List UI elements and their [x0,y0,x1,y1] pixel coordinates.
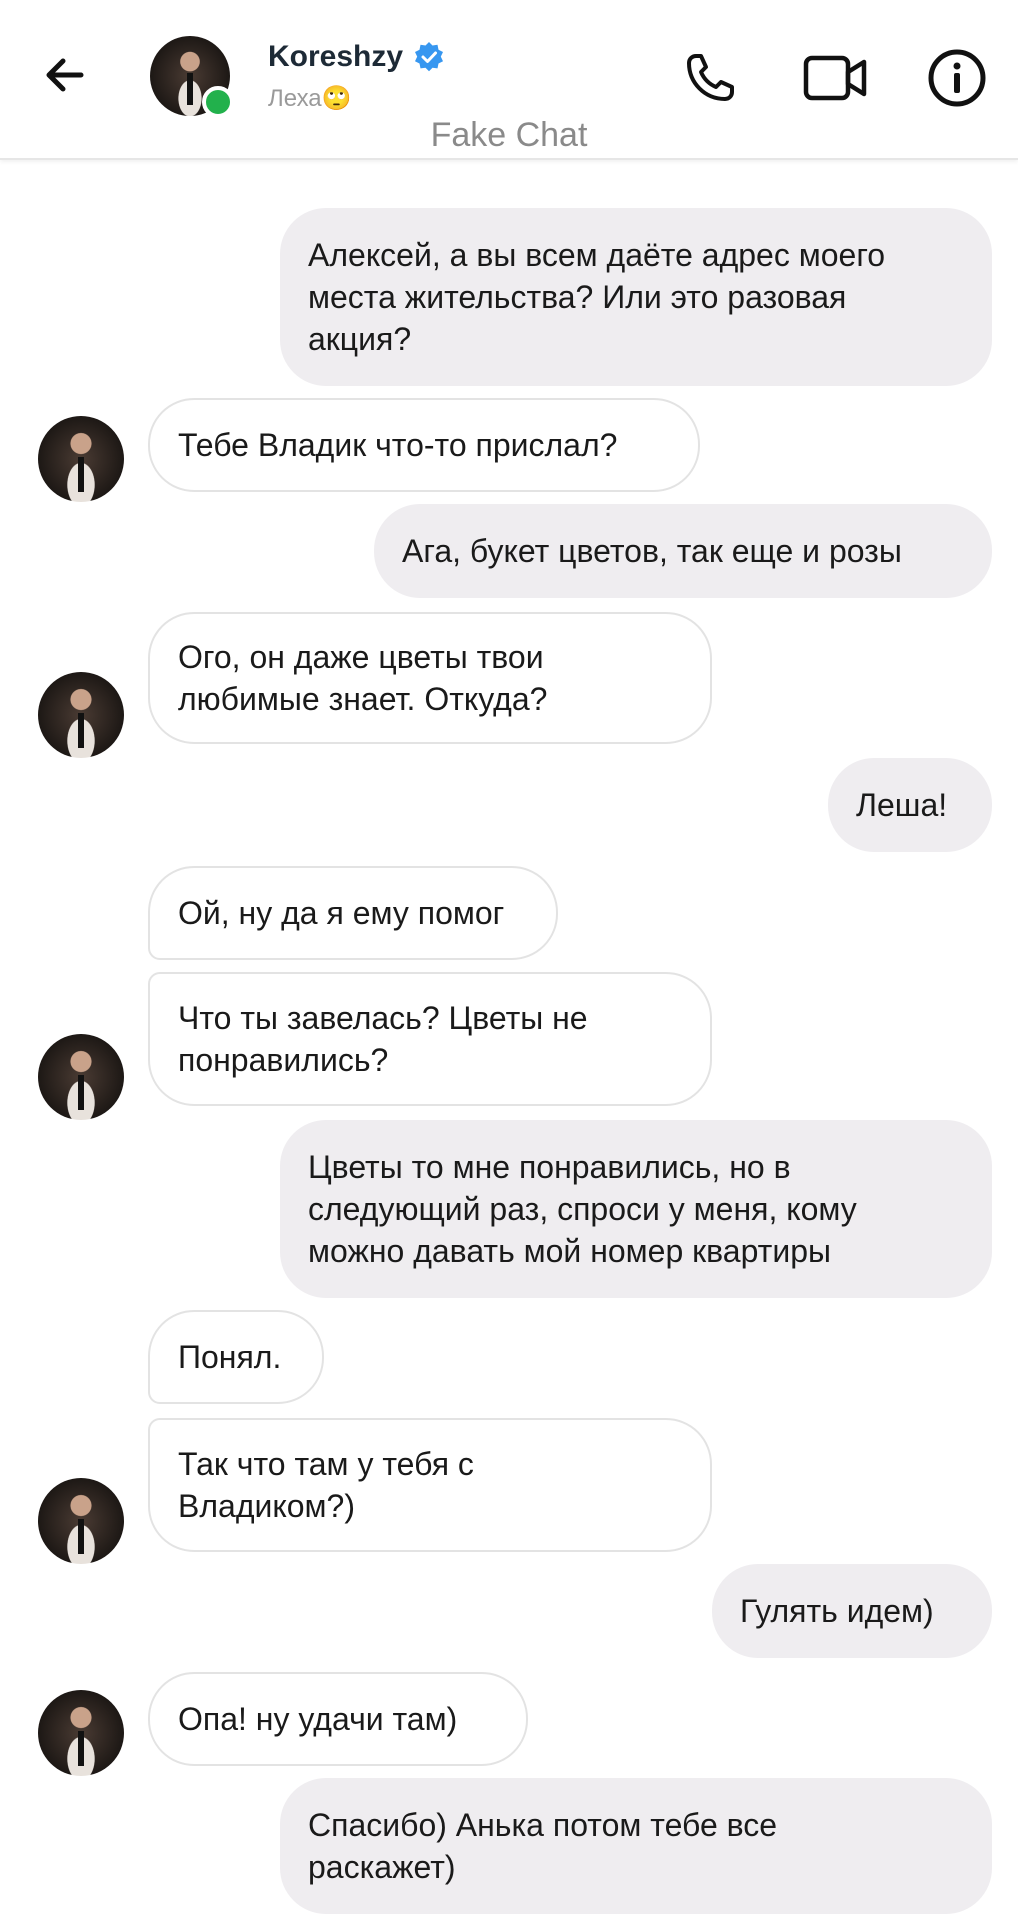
online-status-dot [202,86,234,118]
video-camera-icon [803,55,867,101]
info-icon [928,49,986,107]
message-outgoing[interactable]: Гулять идем) [712,1564,992,1658]
message-text: Ого, он даже цветы твои любимые знает. О… [178,639,548,717]
message-outgoing[interactable]: Леша! [828,758,992,852]
message-outgoing[interactable]: Цветы то мне понравились, но в следующий… [280,1120,992,1298]
message-text: Алексей, а вы всем даёте адрес моего мес… [308,237,886,357]
message-text: Опа! ну удачи там) [178,1701,458,1737]
sender-avatar [38,1690,124,1776]
message-incoming[interactable]: Так что там у тебя с Владиком?) [148,1418,712,1552]
call-button[interactable] [670,38,750,118]
back-arrow-icon [46,58,84,92]
message-outgoing[interactable]: Алексей, а вы всем даёте адрес моего мес… [280,208,992,386]
message-text: Гулять идем) [740,1593,934,1629]
message-text: Так что там у тебя с Владиком?) [178,1446,474,1524]
sender-avatar [38,416,124,502]
verified-badge-icon [415,42,444,72]
phone-icon [687,54,734,101]
message-text: Цветы то мне понравились, но в следующий… [308,1149,857,1269]
message-text: Тебе Владик что-то прислал? [178,427,618,463]
message-text: Ой, ну да я ему помог [178,895,505,931]
message-incoming[interactable]: Тебе Владик что-то прислал? [148,398,700,492]
message-text: Спасибо) Анька потом тебе все раскажет) [308,1807,778,1885]
message-text: Понял. [178,1339,282,1375]
sender-avatar [38,1478,124,1564]
sender-avatar [38,672,124,758]
message-outgoing[interactable]: Ага, букет цветов, так еще и розы [374,504,992,598]
message-text: Что ты завелась? Цветы не понравились? [178,1000,588,1078]
back-button[interactable] [34,40,96,110]
message-incoming[interactable]: Ого, он даже цветы твои любимые знает. О… [148,612,712,744]
message-incoming[interactable]: Что ты завелась? Цветы не понравились? [148,972,712,1106]
message-incoming[interactable]: Понял. [148,1310,324,1404]
contact-subtitle: Леха🙄 [268,85,352,112]
contact-avatar[interactable] [150,36,234,118]
message-text: Леша! [856,787,948,823]
chat-header: Koreshzy Леха🙄 Fake Chat [0,0,1018,160]
message-incoming[interactable]: Опа! ну удачи там) [148,1672,528,1766]
contact-name-row[interactable]: Koreshzy [268,40,445,74]
message-outgoing[interactable]: Спасибо) Анька потом тебе все раскажет) [280,1778,992,1914]
message-text: Ага, букет цветов, так еще и розы [402,533,902,569]
message-incoming[interactable]: Ой, ну да я ему помог [148,866,558,960]
watermark-text: Fake Chat [430,116,588,154]
sender-avatar [38,1034,124,1120]
info-button[interactable] [917,38,997,118]
contact-name: Koreshzy [268,40,404,73]
video-call-button[interactable] [795,38,875,118]
